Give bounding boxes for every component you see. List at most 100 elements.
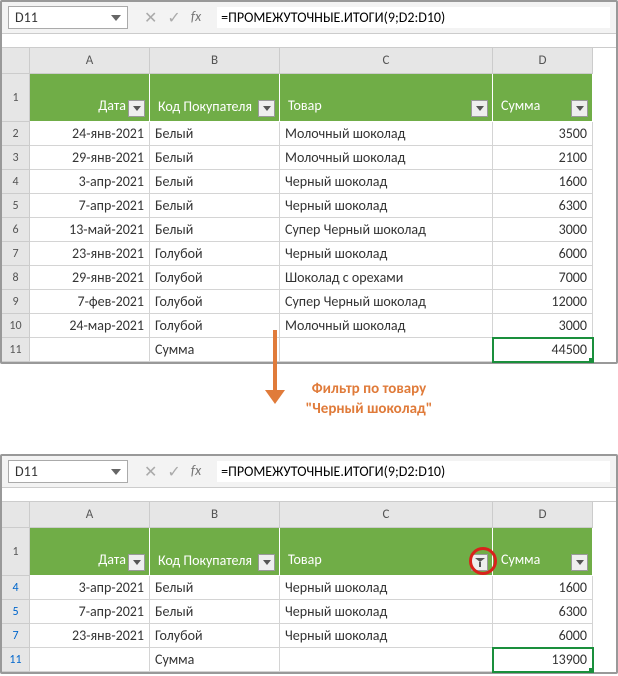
cell[interactable]: 6000	[493, 242, 593, 266]
cell[interactable]	[30, 338, 150, 362]
cell[interactable]	[280, 648, 493, 672]
cell[interactable]: 24-янв-2021	[30, 122, 150, 146]
row-header[interactable]: 1	[2, 528, 30, 576]
row-header[interactable]: 2	[2, 122, 30, 146]
cell[interactable]: Голубой	[150, 624, 280, 648]
row-header[interactable]: 9	[2, 290, 30, 314]
cell[interactable]: Черный шоколад	[280, 170, 493, 194]
cell[interactable]: Белый	[150, 122, 280, 146]
select-all-corner[interactable]	[2, 502, 30, 528]
cell[interactable]: 23-янв-2021	[30, 624, 150, 648]
cell[interactable]: Белый	[150, 218, 280, 242]
cell[interactable]: 1600	[493, 170, 593, 194]
cell[interactable]: Белый	[150, 146, 280, 170]
cancel-icon[interactable]: ✕	[144, 8, 157, 28]
cell[interactable]: 12000	[493, 290, 593, 314]
fx-icon[interactable]: fx	[191, 462, 201, 482]
col-header[interactable]: B	[150, 502, 280, 528]
cell[interactable]: Супер Черный шоколад	[280, 290, 493, 314]
cell-total-value[interactable]: 13900	[493, 648, 593, 672]
cell[interactable]: 23-янв-2021	[30, 242, 150, 266]
cell[interactable]: Молочный шоколад	[280, 146, 493, 170]
row-header[interactable]: 11	[2, 648, 30, 672]
col-header[interactable]: C	[280, 502, 493, 528]
cell-total-label[interactable]: Сумма	[150, 648, 280, 672]
fx-icon[interactable]: fx	[191, 8, 201, 28]
col-header[interactable]: A	[30, 502, 150, 528]
confirm-icon[interactable]: ✓	[167, 8, 180, 28]
cell[interactable]: 7-апр-2021	[30, 194, 150, 218]
cell[interactable]: 7000	[493, 266, 593, 290]
confirm-icon[interactable]: ✓	[167, 462, 180, 482]
cell[interactable]: 3-апр-2021	[30, 576, 150, 600]
formula-input[interactable]	[217, 7, 610, 28]
row-header[interactable]: 6	[2, 218, 30, 242]
cell[interactable]: Молочный шоколад	[280, 314, 493, 338]
cell[interactable]: Черный шоколад	[280, 242, 493, 266]
filter-button-date[interactable]	[128, 554, 145, 571]
cell[interactable]: Супер Черный шоколад	[280, 218, 493, 242]
row-header[interactable]: 4	[2, 170, 30, 194]
cell[interactable]: Голубой	[150, 242, 280, 266]
cell[interactable]: 29-янв-2021	[30, 146, 150, 170]
formula-input[interactable]	[217, 461, 610, 482]
col-header[interactable]: D	[493, 48, 593, 74]
filter-button-buyer[interactable]	[258, 554, 275, 571]
cell[interactable]: Белый	[150, 600, 280, 624]
cell[interactable]: 3000	[493, 218, 593, 242]
col-header[interactable]: C	[280, 48, 493, 74]
cell[interactable]	[30, 648, 150, 672]
cell[interactable]: 29-янв-2021	[30, 266, 150, 290]
cell[interactable]: 1600	[493, 576, 593, 600]
filter-button-sum[interactable]	[571, 100, 588, 117]
filter-button-date[interactable]	[128, 100, 145, 117]
cell[interactable]: Черный шоколад	[280, 600, 493, 624]
row-header[interactable]: 8	[2, 266, 30, 290]
cell[interactable]: 6000	[493, 624, 593, 648]
cell[interactable]: 6300	[493, 600, 593, 624]
cell-total-label[interactable]: Сумма	[150, 338, 280, 362]
row-header[interactable]: 5	[2, 194, 30, 218]
cell[interactable]: 2100	[493, 146, 593, 170]
cancel-icon[interactable]: ✕	[144, 462, 157, 482]
chevron-down-icon[interactable]	[111, 15, 121, 21]
row-header[interactable]: 10	[2, 314, 30, 338]
row-header[interactable]: 1	[2, 74, 30, 122]
cell[interactable]: Голубой	[150, 266, 280, 290]
cell[interactable]: Молочный шоколад	[280, 122, 493, 146]
cell[interactable]: Шоколад с орехами	[280, 266, 493, 290]
cell[interactable]: Черный шоколад	[280, 194, 493, 218]
cell[interactable]: Белый	[150, 194, 280, 218]
filter-button-product[interactable]	[471, 100, 488, 117]
cell[interactable]: 3000	[493, 314, 593, 338]
cell[interactable]: 6300	[493, 194, 593, 218]
cell[interactable]: 3-апр-2021	[30, 170, 150, 194]
row-header[interactable]: 4	[2, 576, 30, 600]
row-header[interactable]: 7	[2, 242, 30, 266]
cell[interactable]	[280, 338, 493, 362]
filter-button-buyer[interactable]	[258, 100, 275, 117]
row-header[interactable]: 7	[2, 624, 30, 648]
cell[interactable]: Голубой	[150, 290, 280, 314]
cell[interactable]: 24-мар-2021	[30, 314, 150, 338]
cell[interactable]: Голубой	[150, 314, 280, 338]
filter-button-sum[interactable]	[571, 554, 588, 571]
col-header[interactable]: A	[30, 48, 150, 74]
cell[interactable]: 7-апр-2021	[30, 600, 150, 624]
cell-total-value[interactable]: 44500	[493, 338, 593, 362]
cell[interactable]: Белый	[150, 170, 280, 194]
cell[interactable]: Белый	[150, 576, 280, 600]
col-header[interactable]: D	[493, 502, 593, 528]
cell[interactable]: 7-фев-2021	[30, 290, 150, 314]
name-box[interactable]: D11	[8, 460, 128, 483]
row-header[interactable]: 11	[2, 338, 30, 362]
select-all-corner[interactable]	[2, 48, 30, 74]
row-header[interactable]: 5	[2, 600, 30, 624]
chevron-down-icon[interactable]	[111, 469, 121, 475]
cell[interactable]: Черный шоколад	[280, 624, 493, 648]
cell[interactable]: Черный шоколад	[280, 576, 493, 600]
name-box[interactable]: D11	[8, 6, 128, 29]
cell[interactable]: 13-май-2021	[30, 218, 150, 242]
row-header[interactable]: 3	[2, 146, 30, 170]
col-header[interactable]: B	[150, 48, 280, 74]
